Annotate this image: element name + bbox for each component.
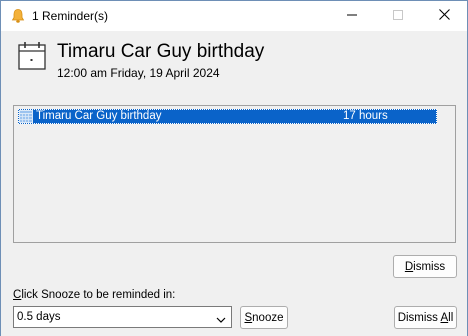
list-item-subject: Timaru Car Guy birthday xyxy=(36,110,162,122)
dismiss-all-label: Dismiss All xyxy=(397,311,454,324)
list-item-due-in: 17 hours xyxy=(343,110,388,122)
minimize-button[interactable] xyxy=(329,1,375,31)
minimize-icon xyxy=(347,9,357,23)
maximize-icon xyxy=(393,9,403,23)
reminder-list[interactable]: Timaru Car Guy birthday 17 hours xyxy=(13,105,456,243)
chevron-down-icon[interactable] xyxy=(216,313,226,323)
snooze-button[interactable]: Snooze xyxy=(240,306,288,329)
bell-icon xyxy=(11,8,25,24)
dismiss-label: Dismiss xyxy=(404,260,446,273)
reminder-subject: Timaru Car Guy birthday xyxy=(57,41,265,62)
window-title: 1 Reminder(s) xyxy=(32,9,109,23)
reminder-content: Timaru Car Guy birthday 12:00 am Friday,… xyxy=(1,31,467,336)
close-button[interactable] xyxy=(421,1,467,31)
snooze-label-text: Snooze xyxy=(244,311,284,324)
snooze-label: Click Snooze to be reminded in: xyxy=(13,289,176,301)
calendar-grid-icon xyxy=(19,110,33,123)
title-bar[interactable]: 1 Reminder(s) xyxy=(1,1,467,31)
close-icon xyxy=(438,9,450,23)
snooze-duration-select[interactable]: 0.5 days xyxy=(13,306,232,328)
list-item[interactable]: Timaru Car Guy birthday 17 hours xyxy=(18,109,437,124)
reminder-due-time: 12:00 am Friday, 19 April 2024 xyxy=(57,66,220,80)
calendar-icon xyxy=(17,41,47,71)
maximize-button xyxy=(375,1,421,31)
dismiss-button[interactable]: Dismiss xyxy=(393,255,457,278)
snooze-duration-value: 0.5 days xyxy=(17,311,61,323)
reminder-window: 1 Reminder(s) Timaru Car Guy birthday 12… xyxy=(0,0,468,336)
dismiss-all-button[interactable]: Dismiss All xyxy=(394,306,457,329)
